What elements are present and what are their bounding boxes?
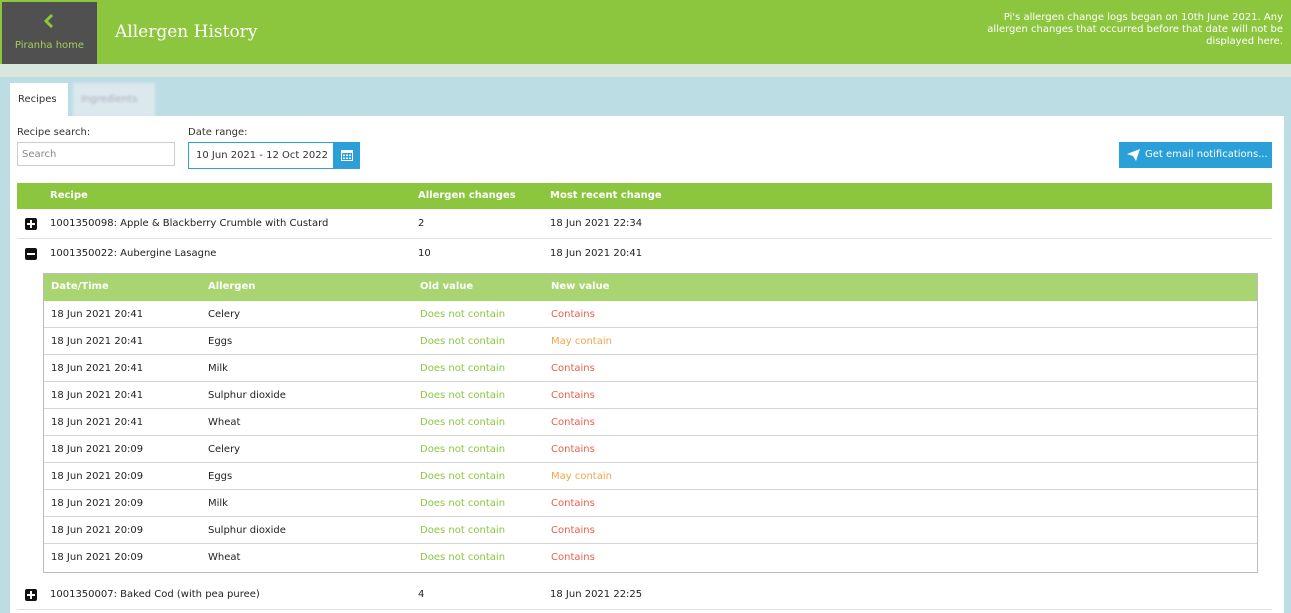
allergen-name: Celery bbox=[208, 309, 241, 320]
date-range-field[interactable]: 10 Jun 2021 - 12 Oct 2022 bbox=[188, 142, 334, 169]
expand-plus-icon[interactable] bbox=[25, 218, 37, 230]
new-value: Contains bbox=[551, 363, 595, 374]
col-header-most-recent: Most recent change bbox=[550, 190, 662, 201]
change-datetime: 18 Jun 2021 20:41 bbox=[51, 336, 144, 347]
old-value: Does not contain bbox=[420, 417, 506, 428]
top-bar: Piranha home Allergen History Pi's aller… bbox=[0, 0, 1291, 64]
old-value: Does not contain bbox=[420, 309, 506, 320]
table-row[interactable]: 1001350022: Aubergine Lasagne 10 18 Jun … bbox=[17, 239, 1272, 269]
change-datetime: 18 Jun 2021 20:41 bbox=[51, 363, 144, 374]
recipe-name: 1001350098: Apple & Blackberry Crumble w… bbox=[50, 218, 329, 229]
send-icon bbox=[1127, 149, 1140, 161]
change-datetime: 18 Jun 2021 20:09 bbox=[51, 552, 144, 563]
piranha-home-button[interactable]: Piranha home bbox=[2, 2, 97, 64]
allergen-name: Wheat bbox=[208, 417, 241, 428]
old-value: Does not contain bbox=[420, 363, 506, 374]
new-value: May contain bbox=[551, 336, 612, 347]
collapse-minus-icon[interactable] bbox=[25, 248, 37, 260]
content-area: Recipes Ingredients Recipe search: Date … bbox=[2, 77, 1286, 613]
old-value: Does not contain bbox=[420, 471, 506, 482]
date-range-label: Date range: bbox=[188, 127, 248, 138]
col-header-old-value: Old value bbox=[420, 281, 474, 292]
col-header-allergen: Allergen bbox=[208, 281, 256, 292]
allergen-name: Milk bbox=[208, 498, 228, 509]
home-button-label: Piranha home bbox=[14, 40, 85, 51]
change-datetime: 18 Jun 2021 20:09 bbox=[51, 525, 144, 536]
old-value: Does not contain bbox=[420, 498, 506, 509]
expand-plus-icon[interactable] bbox=[25, 589, 37, 601]
email-notifications-button[interactable]: Get email notifications... bbox=[1119, 142, 1272, 168]
old-value: Does not contain bbox=[420, 336, 506, 347]
allergen-change-row: 18 Jun 2021 20:41 Milk Does not contain Con… bbox=[44, 355, 1257, 382]
new-value: Contains bbox=[551, 552, 595, 563]
col-header-allergen-changes: Allergen changes bbox=[418, 190, 516, 201]
col-header-recipe: Recipe bbox=[50, 190, 88, 201]
allergen-change-row: 18 Jun 2021 20:09 Eggs Does not contain May… bbox=[44, 463, 1257, 490]
allergen-detail-table: Date/Time Allergen Old value New value 1… bbox=[43, 273, 1258, 573]
log-notice: Pi's allergen change logs began on 10th … bbox=[987, 12, 1283, 47]
recipe-name: 1001350007: Baked Cod (with pea puree) bbox=[50, 589, 260, 600]
allergen-change-row: 18 Jun 2021 20:09 Sulphur dioxide Does not… bbox=[44, 517, 1257, 544]
allergen-changes-count: 10 bbox=[418, 248, 431, 259]
allergen-change-row: 18 Jun 2021 20:09 Milk Does not contain Con… bbox=[44, 490, 1257, 517]
new-value: Contains bbox=[551, 498, 595, 509]
tab-recipes[interactable]: Recipes bbox=[10, 83, 68, 117]
old-value: Does not contain bbox=[420, 552, 506, 563]
change-datetime: 18 Jun 2021 20:41 bbox=[51, 390, 144, 401]
search-label: Recipe search: bbox=[17, 127, 91, 138]
table-row[interactable]: 1001350098: Apple & Blackberry Crumble w… bbox=[17, 209, 1272, 239]
new-value: Contains bbox=[551, 444, 595, 455]
old-value: Does not contain bbox=[420, 525, 506, 536]
allergen-name: Wheat bbox=[208, 552, 241, 563]
chevron-left-icon bbox=[43, 14, 54, 28]
col-header-datetime: Date/Time bbox=[51, 281, 109, 292]
old-value: Does not contain bbox=[420, 444, 506, 455]
allergen-change-row: 18 Jun 2021 20:09 Wheat Does not contain Co… bbox=[44, 544, 1257, 571]
most-recent-change: 18 Jun 2021 22:25 bbox=[550, 589, 643, 600]
change-datetime: 18 Jun 2021 20:41 bbox=[51, 309, 144, 320]
recipes-table-header: Recipe Allergen changes Most recent chan… bbox=[17, 183, 1272, 209]
new-value: Contains bbox=[551, 390, 595, 401]
email-notifications-label: Get email notifications... bbox=[1145, 149, 1268, 160]
calendar-icon bbox=[341, 150, 353, 161]
allergen-name: Milk bbox=[208, 363, 228, 374]
allergen-name: Eggs bbox=[208, 336, 233, 347]
allergen-name: Eggs bbox=[208, 471, 233, 482]
allergen-changes-count: 4 bbox=[418, 589, 425, 600]
recipe-search-input[interactable] bbox=[17, 142, 175, 166]
change-datetime: 18 Jun 2021 20:09 bbox=[51, 498, 144, 509]
detail-table-header: Date/Time Allergen Old value New value bbox=[44, 274, 1257, 301]
recipes-panel: Recipe search: Date range: 10 Jun 2021 -… bbox=[10, 116, 1284, 613]
allergen-name: Sulphur dioxide bbox=[208, 390, 286, 401]
old-value: Does not contain bbox=[420, 390, 506, 401]
col-header-new-value: New value bbox=[551, 281, 610, 292]
allergen-change-row: 18 Jun 2021 20:41 Wheat Does not contain Co… bbox=[44, 409, 1257, 436]
sub-bar bbox=[0, 64, 1291, 77]
allergen-change-row: 18 Jun 2021 20:41 Eggs Does not contain May… bbox=[44, 328, 1257, 355]
allergen-change-row: 18 Jun 2021 20:09 Celery Does not contain C… bbox=[44, 436, 1257, 463]
calendar-button[interactable] bbox=[334, 142, 360, 169]
new-value: Contains bbox=[551, 309, 595, 320]
change-datetime: 18 Jun 2021 20:09 bbox=[51, 444, 144, 455]
allergen-name: Sulphur dioxide bbox=[208, 525, 286, 536]
new-value: May contain bbox=[551, 471, 612, 482]
allergen-name: Celery bbox=[208, 444, 241, 455]
tab-ingredients[interactable]: Ingredients bbox=[73, 83, 155, 117]
table-row[interactable]: 1001350007: Baked Cod (with pea puree) 4… bbox=[17, 580, 1272, 610]
most-recent-change: 18 Jun 2021 22:34 bbox=[550, 218, 643, 229]
change-datetime: 18 Jun 2021 20:09 bbox=[51, 471, 144, 482]
most-recent-change: 18 Jun 2021 20:41 bbox=[550, 248, 643, 259]
new-value: Contains bbox=[551, 417, 595, 428]
change-datetime: 18 Jun 2021 20:41 bbox=[51, 417, 144, 428]
recipe-name: 1001350022: Aubergine Lasagne bbox=[50, 248, 217, 259]
allergen-changes-count: 2 bbox=[418, 218, 425, 229]
allergen-change-row: 18 Jun 2021 20:41 Sulphur dioxide Does not… bbox=[44, 382, 1257, 409]
allergen-change-row: 18 Jun 2021 20:41 Celery Does not contain C… bbox=[44, 301, 1257, 328]
page-title: Allergen History bbox=[115, 22, 258, 42]
new-value: Contains bbox=[551, 525, 595, 536]
